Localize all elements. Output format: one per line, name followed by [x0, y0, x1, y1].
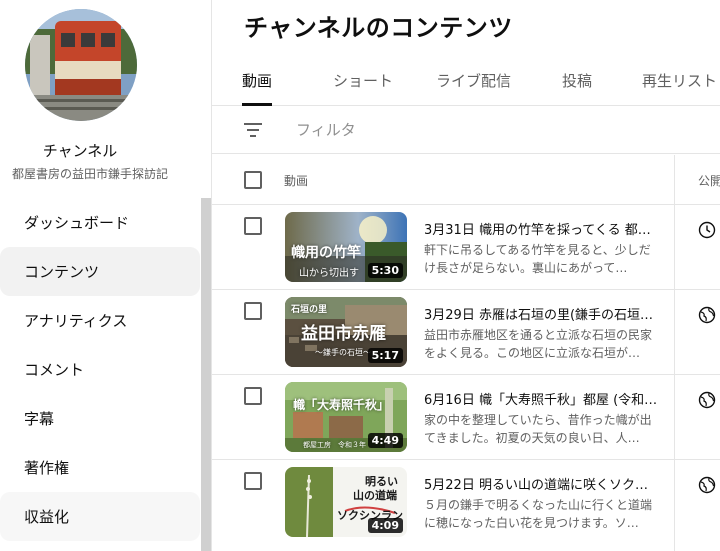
table-row[interactable]: 幟「大寿照千秋」 都屋工房 令和３年 4:49 6月16日 幟「大寿照千秋」都屋… [212, 375, 720, 460]
row-checkbox[interactable] [244, 387, 262, 405]
tab-videos[interactable]: 動画 [242, 60, 273, 106]
sidebar-scrollbar[interactable] [201, 198, 211, 551]
sidebar-item-label: アナリティクス [24, 312, 128, 330]
tab-playlists[interactable]: 再生リスト [642, 60, 717, 106]
video-description: ５月の鎌手で明るくなった山に行くと道端に穂になった白い花を見つけます。ソ… [424, 498, 653, 530]
row-checkbox[interactable] [244, 302, 262, 320]
video-duration: 5:30 [367, 263, 403, 278]
channel-avatar[interactable] [25, 9, 137, 121]
video-duration: 4:49 [367, 433, 403, 448]
table-header: 動画 公開 [212, 155, 720, 205]
sidebar-item-analytics[interactable]: アナリティクス [0, 296, 200, 345]
tab-posts[interactable]: 投稿 [562, 60, 592, 106]
video-title[interactable]: 3月31日 幟用の竹竿を採ってくる 都… [424, 219, 660, 238]
row-checkbox[interactable] [244, 472, 262, 490]
sidebar-item-content[interactable]: コンテンツ [0, 247, 200, 296]
video-thumbnail[interactable]: 幟「大寿照千秋」 都屋工房 令和３年 4:49 [285, 382, 407, 452]
video-title[interactable]: 6月16日 幟「大寿照千秋」都屋 (令和… [424, 389, 660, 408]
channel-subtitle: 都屋書房の益田市鎌手探訪記 [11, 167, 168, 181]
video-duration: 4:09 [367, 518, 403, 533]
main-content: チャンネルのコンテンツ 動画 ショート ライブ配信 投稿 再生リスト 動画 公開 [212, 0, 720, 551]
sidebar-item-subtitles[interactable]: 字幕 [0, 394, 200, 443]
sidebar-item-label: 収益化 [24, 508, 70, 526]
sidebar-nav: ダッシュボード コンテンツ アナリティクス コメント 字幕 著作権 収益化 [0, 198, 200, 541]
video-thumbnail[interactable]: 幟用の竹竿 山から切出す 5:30 [285, 212, 407, 282]
thumbnail-caption-2: 山の道端 [353, 489, 397, 502]
train-photo-avatar [25, 9, 137, 121]
filter-bar [212, 106, 720, 154]
video-duration: 5:17 [367, 348, 403, 363]
select-all-checkbox[interactable] [244, 171, 262, 189]
globe-icon[interactable] [698, 306, 716, 324]
row-checkbox[interactable] [244, 217, 262, 235]
video-title[interactable]: 3月29日 赤雁は石垣の里(鎌手の石垣7… [424, 304, 660, 323]
sidebar-item-label: 字幕 [24, 410, 55, 428]
video-thumbnail[interactable]: 石垣の里 益田市赤雁 ～鎌手の石垣～ 5:17 [285, 297, 407, 367]
sidebar-item-monetization[interactable]: 収益化 [0, 492, 200, 541]
clock-icon[interactable] [698, 221, 716, 239]
tab-live[interactable]: ライブ配信 [436, 60, 511, 106]
table-row[interactable]: 石垣の里 益田市赤雁 ～鎌手の石垣～ 5:17 3月29日 赤雁は石垣の里(鎌手… [212, 290, 720, 375]
video-thumbnail[interactable]: 明るい 山の道端 ソクシンラン 4:09 [285, 467, 407, 537]
video-title[interactable]: 5月22日 明るい山の道端に咲くソクシ… [424, 474, 660, 493]
table-row[interactable]: 幟用の竹竿 山から切出す 5:30 3月31日 幟用の竹竿を採ってくる 都… 軒… [212, 205, 720, 290]
globe-icon[interactable] [698, 391, 716, 409]
sidebar: チャンネル 都屋書房の益田市鎌手探訪記 ダッシュボード コンテンツ アナリティク… [0, 0, 212, 551]
video-description: 益田市赤雁地区を通ると立派な石垣の民家をよく見る。この地区に立派な石垣が… [424, 328, 653, 360]
sidebar-item-label: コンテンツ [24, 263, 100, 281]
thumbnail-tag: 石垣の里 [291, 305, 328, 315]
thumbnail-caption: 幟「大寿照千秋」 [293, 398, 390, 412]
sidebar-item-dashboard[interactable]: ダッシュボード [0, 198, 200, 247]
sidebar-item-comments[interactable]: コメント [0, 345, 200, 394]
page-title: チャンネルのコンテンツ [244, 14, 513, 42]
tab-shorts[interactable]: ショート [333, 60, 393, 106]
sidebar-item-label: ダッシュボード [24, 214, 130, 232]
globe-icon[interactable] [698, 476, 716, 494]
filter-icon[interactable] [244, 122, 262, 138]
thumbnail-subcaption: 都屋工房 令和３年 [303, 441, 366, 449]
sidebar-item-label: コメント [24, 361, 85, 379]
channel-name: チャンネル [42, 142, 118, 160]
thumbnail-subcaption: 山から切出す [299, 268, 359, 279]
table-row[interactable]: 明るい 山の道端 ソクシンラン 4:09 5月22日 明るい山の道端に咲くソクシ… [212, 460, 720, 551]
sidebar-item-copyright[interactable]: 著作権 [0, 443, 200, 492]
thumbnail-subcaption: ～鎌手の石垣～ [315, 348, 371, 357]
sidebar-item-label: 著作権 [24, 459, 70, 477]
video-description: 軒下に吊るしてある竹竿を見ると、少しだけ長さが足らない。裏山にあがって… [424, 243, 651, 275]
column-header-visibility[interactable]: 公開 [698, 172, 720, 189]
content-tabs: 動画 ショート ライブ配信 投稿 再生リスト [212, 60, 720, 106]
thumbnail-caption: 益田市赤雁 [301, 324, 386, 344]
video-description: 家の中を整理していたら、昔作った幟が出てきました。初夏の天気の良い日、人… [424, 413, 652, 445]
column-header-video[interactable]: 動画 [284, 172, 308, 189]
filter-input[interactable] [296, 118, 596, 142]
thumbnail-caption: 幟用の竹竿 [291, 245, 361, 261]
